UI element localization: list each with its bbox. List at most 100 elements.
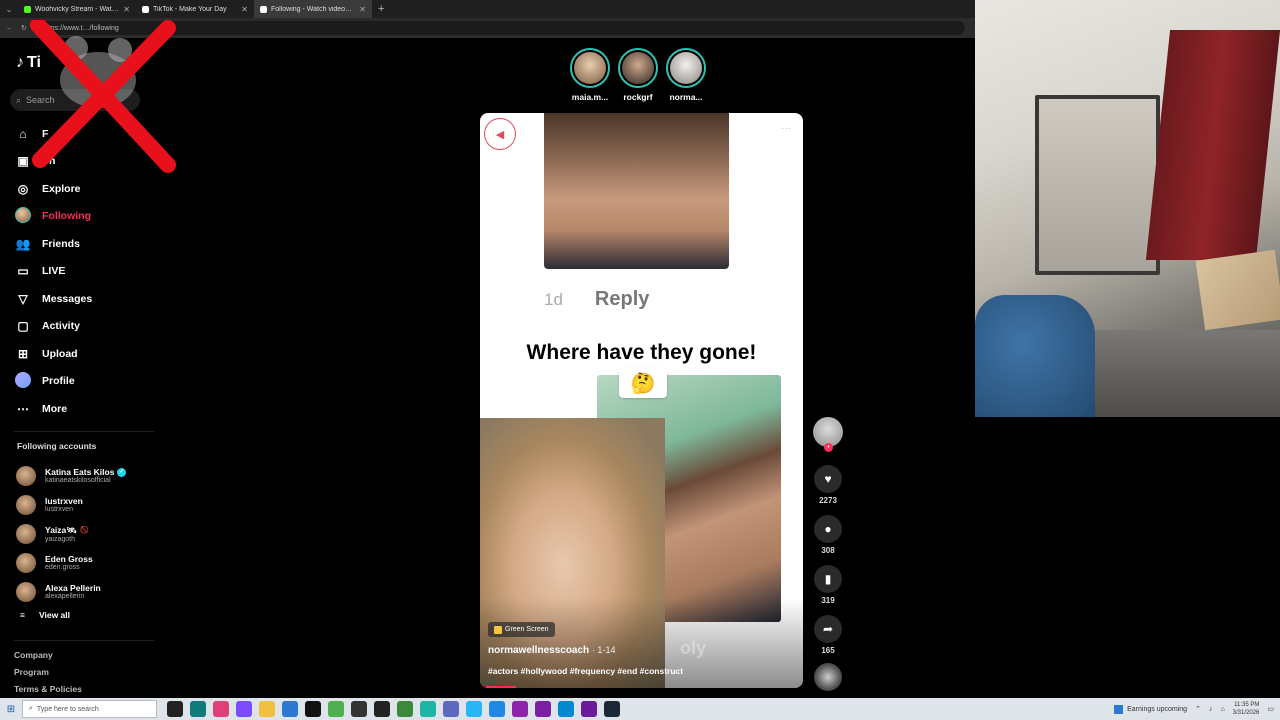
avatar [16, 552, 36, 573]
tab-title: Woohvicky Stream - Watch Live o [35, 5, 120, 13]
story-ring [570, 48, 610, 88]
tab-close-icon[interactable]: ✕ [123, 5, 130, 14]
following-accounts-list: Katina Eats Kilos ✓ katinaeatskilosoffic… [16, 461, 127, 606]
save-button[interactable]: ▮ [814, 565, 842, 593]
creator-avatar[interactable]: + [813, 417, 843, 452]
account-handle: lustrxven [45, 506, 74, 513]
browser-tab-kick[interactable]: Woohvicky Stream - Watch Live o ✕ [18, 0, 136, 18]
upload-icon: ⊞ [17, 346, 29, 361]
verified-badge-icon: ✓ [117, 467, 127, 477]
earnings-widget[interactable]: Earnings upcoming [1114, 704, 1187, 714]
story-item[interactable]: maia.m... [570, 48, 610, 102]
mute-button[interactable]: ◀ [484, 118, 516, 150]
browser-tab-tiktok[interactable]: TikTok - Make Your Day ✕ [136, 0, 254, 18]
thinking-emoji-icon: 🤔 [619, 368, 667, 398]
video-progress-bar[interactable] [486, 686, 516, 688]
story-name: rockgrf [623, 92, 653, 102]
webcam-shelf [1035, 95, 1160, 275]
app-icon[interactable] [535, 701, 551, 717]
nav-label: Activity [42, 320, 80, 333]
nav-item-activity[interactable]: ▢ Activity [14, 313, 92, 341]
video-player[interactable]: ◀ ··· 1d Reply Where have they gone! 🤔 o… [480, 113, 803, 688]
reload-icon[interactable]: ↻ [21, 24, 27, 32]
taskview-icon[interactable] [167, 701, 183, 717]
footer-link-company[interactable]: Company [14, 650, 82, 667]
account-name-row: Yaiza🛰 🚫 [45, 525, 89, 536]
sidebar-divider [14, 431, 154, 432]
tab-close-icon[interactable]: ✕ [359, 5, 366, 14]
story-item[interactable]: norma... [666, 48, 706, 102]
following-account-item[interactable]: Eden Gross eden.gross [16, 548, 126, 577]
tray-overflow-icon[interactable]: ⌃ [1195, 705, 1201, 713]
nav-item-more[interactable]: ⋯ More [14, 395, 92, 423]
comment-meta: 1d Reply [544, 288, 649, 311]
nav-item-upload[interactable]: ⊞ Upload [14, 340, 92, 368]
app-icon[interactable] [190, 701, 206, 717]
tab-list-icon[interactable]: ⌄ [0, 5, 18, 14]
video-author-row[interactable]: normawellnesscoach · 1-14 [488, 645, 615, 656]
app-icon[interactable] [466, 701, 482, 717]
app-icon[interactable] [236, 701, 252, 717]
video-date: · 1-14 [591, 645, 616, 655]
app-icon[interactable] [420, 701, 436, 717]
app-icon[interactable] [213, 701, 229, 717]
nav-item-following[interactable]: Following [14, 203, 92, 231]
network-icon[interactable]: ⌂ [1220, 706, 1224, 713]
more-options-icon[interactable]: ··· [781, 123, 791, 134]
clock[interactable]: 11:35 PM 3/31/2026 [1233, 701, 1260, 717]
app-icon[interactable] [351, 701, 367, 717]
app-icon[interactable] [305, 701, 321, 717]
browser-tab-following[interactable]: Following - Watch videos from cre ✕ [254, 0, 372, 18]
browser-tab-bar: ⌄ Woohvicky Stream - Watch Live o ✕ TikT… [0, 0, 975, 18]
nav-item-live[interactable]: ▭ LIVE [14, 258, 92, 286]
music-disc-icon[interactable] [814, 663, 842, 691]
webcam-curtain [1145, 30, 1280, 260]
app-icon[interactable] [282, 701, 298, 717]
app-icon[interactable] [443, 701, 459, 717]
messages-icon: ▽ [18, 291, 28, 306]
share-button[interactable]: ➦ [814, 615, 842, 643]
start-menu-icon[interactable]: ⊞ [0, 704, 22, 715]
follow-plus-icon[interactable]: + [824, 443, 833, 452]
back-icon[interactable]: ← [6, 25, 13, 32]
following-account-item[interactable]: lustrxven lustrxven [16, 490, 126, 519]
nav-item-explore[interactable]: ◎ Explore [14, 175, 92, 203]
volume-icon[interactable]: ♪ [1209, 706, 1213, 713]
app-icon[interactable] [512, 701, 528, 717]
nav-label: Messages [42, 292, 93, 305]
more-icon: ⋯ [17, 401, 29, 416]
comment-button[interactable]: ● [814, 515, 842, 543]
app-icon[interactable] [328, 701, 344, 717]
speaker-muted-icon: ◀ [495, 128, 505, 141]
footer-link-program[interactable]: Program [14, 667, 82, 684]
following-account-item[interactable]: Katina Eats Kilos ✓ katinaeatskilosoffic… [16, 461, 127, 490]
following-account-item[interactable]: Yaiza🛰 🚫 yaizagoth [16, 519, 126, 548]
nav-item-messages[interactable]: ▽ Messages [14, 285, 92, 313]
nav-label: Friends [42, 237, 80, 250]
video-hashtags[interactable]: #actors #hollywood #frequency #end #cons… [488, 666, 683, 676]
following-account-item[interactable]: Alexa Pellerin alexapellerin [16, 577, 126, 606]
like-button[interactable]: ♥ [814, 465, 842, 493]
webcam-feed [975, 0, 1280, 417]
green-screen-badge[interactable]: Green Screen [488, 622, 555, 637]
comment-count: 308 [821, 546, 835, 555]
app-icon[interactable] [374, 701, 390, 717]
notifications-icon[interactable]: ▭ [1267, 705, 1274, 713]
chrome-icon[interactable] [489, 701, 505, 717]
taskbar-search-input[interactable]: ⌕ Type here to search [22, 700, 157, 718]
story-name: maia.m... [571, 92, 609, 102]
tab-close-icon[interactable]: ✕ [241, 5, 248, 14]
folder-icon[interactable] [259, 701, 275, 717]
nav-item-friends[interactable]: 👥 Friends [14, 230, 92, 258]
app-icon[interactable] [558, 701, 574, 717]
comment-icon: ● [824, 522, 832, 536]
steam-icon[interactable] [604, 701, 620, 717]
avatar [16, 581, 36, 602]
view-all-button[interactable]: ≡ View all [20, 610, 70, 620]
nav-item-profile[interactable]: Profile [14, 368, 92, 396]
app-icon[interactable] [581, 701, 597, 717]
app-icon[interactable] [397, 701, 413, 717]
account-handle: katinaeatskilosofficial [45, 477, 111, 484]
new-tab-button[interactable]: + [372, 3, 390, 15]
story-item[interactable]: rockgrf [618, 48, 658, 102]
